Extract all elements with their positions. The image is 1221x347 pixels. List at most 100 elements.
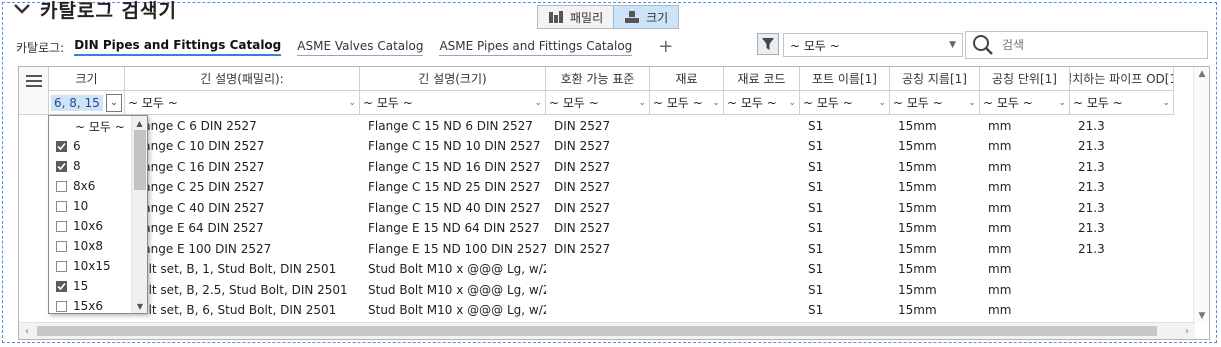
scroll-up-icon[interactable]: ▲: [1194, 67, 1209, 81]
column-header-nominal-diameter[interactable]: 공칭 지름[1]: [890, 67, 980, 91]
cell-port-name: S1: [808, 282, 824, 297]
column-filter-value: ~ 모두 ~: [549, 96, 599, 110]
checkbox-icon[interactable]: [56, 240, 67, 252]
column-header-size-desc[interactable]: 긴 설명(크기): [360, 67, 546, 91]
column-filter-row: 6, 8, 15 ⌄ ~ 모두 ~ ⌄ ~ 모두 ~ ⌄ ~ 모두 ~ ⌄ ~ 모두 ~ ⌄ ~ 모…: [49, 91, 1174, 115]
column-filter-port-name[interactable]: ~ 모두 ~ ⌄: [800, 91, 890, 115]
cell-pipe-od: 21.3: [1078, 200, 1105, 215]
search-input[interactable]: [1000, 37, 1190, 53]
size-option-label: 8: [73, 159, 81, 173]
column-header-material-code[interactable]: 재료 코드: [724, 67, 800, 91]
cell-size-desc: Stud Bolt M10 x @@@ Lg, w/2 H: [368, 282, 546, 297]
dropdown-scroll-thumb[interactable]: [134, 130, 146, 190]
cell-nominal-diameter: 15mm: [898, 221, 937, 235]
table-row[interactable]: Flange C 10 DIN 2527 Flange C 15 ND 10 DI…: [49, 136, 1174, 157]
cell-standard: DIN 2527: [554, 241, 611, 256]
scroll-down-icon[interactable]: ▼: [1194, 309, 1209, 323]
table-row[interactable]: Flange C 25 DIN 2527 Flange C 15 ND 25 DI…: [49, 177, 1174, 198]
cell-port-name: S1: [808, 159, 824, 174]
chevron-down-icon[interactable]: [12, 0, 32, 19]
checkbox-icon[interactable]: [56, 200, 67, 212]
chevron-down-icon[interactable]: ⌄: [534, 98, 542, 108]
checkbox-checked-icon[interactable]: [56, 280, 67, 292]
column-header-standard[interactable]: 호환 가능 표준: [546, 67, 650, 91]
column-filter-nominal-unit[interactable]: ~ 모두 ~ ⌄: [980, 91, 1070, 115]
chevron-down-icon[interactable]: ⌄: [106, 93, 122, 112]
column-filter-nominal-diameter[interactable]: ~ 모두 ~ ⌄: [890, 91, 980, 115]
cell-material-code: [724, 218, 800, 239]
search-icon[interactable]: [972, 34, 994, 56]
cell-pipe-od: [1070, 259, 1174, 280]
cell-nominal-diameter: 15mm: [898, 180, 937, 194]
scroll-down-icon[interactable]: ▼: [132, 299, 147, 313]
chevron-down-icon[interactable]: ⌄: [712, 98, 720, 108]
horizontal-scroll-thumb[interactable]: [37, 326, 1157, 336]
chevron-down-icon[interactable]: ⌄: [968, 98, 976, 108]
size-option-label: 10x6: [73, 219, 104, 233]
chevron-down-icon[interactable]: ⌄: [638, 98, 646, 108]
global-filter-select[interactable]: ~ 모두 ~ ▼: [783, 33, 963, 57]
column-filter-material[interactable]: ~ 모두 ~ ⌄: [650, 91, 724, 115]
table-row[interactable]: Flange C 6 DIN 2527 Flange C 15 ND 6 DIN …: [49, 115, 1174, 136]
chevron-down-icon[interactable]: ⌄: [348, 98, 356, 108]
column-header-port-name[interactable]: 포트 이름[1]: [800, 67, 890, 91]
cell-nominal-unit: mm: [988, 303, 1012, 317]
cell-family-desc: Bolt set, B, 6, Stud Bolt, DIN 2501: [133, 303, 337, 317]
family-view-button[interactable]: 패밀리: [538, 6, 613, 28]
table-row[interactable]: Flange E 64 DIN 2527 Flange E 15 ND 64 DI…: [49, 218, 1174, 239]
filter-toggle-button[interactable]: [757, 33, 779, 55]
column-filter-pipe-od[interactable]: ~ 모두 ~ ⌄: [1070, 91, 1174, 115]
table-row[interactable]: Flange C 40 DIN 2527 Flange C 15 ND 40 DI…: [49, 197, 1174, 218]
scroll-up-icon[interactable]: ▲: [132, 116, 147, 130]
column-filter-material-code[interactable]: ~ 모두 ~ ⌄: [724, 91, 800, 115]
chevron-down-icon[interactable]: ⌄: [878, 98, 886, 108]
cell-nominal-diameter: 15mm: [898, 159, 937, 174]
column-header-nominal-unit[interactable]: 공칭 단위[1]: [980, 67, 1070, 91]
tab-asme-valves[interactable]: ASME Valves Catalog: [297, 39, 424, 56]
checkbox-icon[interactable]: [56, 260, 67, 272]
column-header-pipe-od[interactable]: 일치하는 파이프 OD[1]: [1070, 67, 1174, 91]
table-row[interactable]: Flange C 16 DIN 2527 Flange C 15 ND 16 DI…: [49, 156, 1174, 177]
size-option-label: 10: [73, 199, 89, 213]
checkbox-icon[interactable]: [56, 180, 67, 192]
cell-nominal-diameter: 15mm: [898, 241, 937, 256]
cell-port-name: S1: [808, 262, 824, 276]
cell-pipe-od: 21.3: [1078, 180, 1105, 194]
cell-standard: [546, 259, 650, 280]
cell-material-code: [724, 279, 800, 300]
column-filter-size[interactable]: 6, 8, 15 ⌄: [49, 91, 125, 115]
checkbox-checked-icon[interactable]: [56, 160, 67, 172]
add-catalog-button[interactable]: +: [658, 38, 673, 56]
chevron-down-icon[interactable]: ⌄: [788, 98, 796, 108]
chevron-down-icon[interactable]: ⌄: [1162, 98, 1170, 108]
chevron-down-icon[interactable]: ⌄: [1058, 98, 1066, 108]
horizontal-scrollbar[interactable]: ‹ ›: [19, 322, 1195, 339]
tab-asme-pipes-fittings[interactable]: ASME Pipes and Fittings Catalog: [439, 39, 633, 56]
vertical-scrollbar[interactable]: ▲ ▼: [1193, 67, 1209, 323]
checkbox-icon[interactable]: [56, 220, 67, 232]
size-view-button[interactable]: 크기: [613, 6, 679, 28]
table-row[interactable]: Bolt set, B, 1, Stud Bolt, DIN 2501 Stud …: [49, 259, 1174, 280]
checkmark-icon: [57, 282, 66, 290]
table-row[interactable]: 15Bolt set, B, 6, Stud Bolt, DIN 2501Stu…: [49, 300, 1174, 321]
table-row[interactable]: Flange E 100 DIN 2527 Flange E 15 ND 100 …: [49, 238, 1174, 259]
column-header-material[interactable]: 재료: [650, 67, 724, 91]
dropdown-scrollbar[interactable]: ▲ ▼: [131, 116, 147, 313]
cell-family-desc: Bolt set, B, 2.5, Stud Bolt, DIN 2501: [133, 282, 348, 297]
tab-din-pipes-fittings[interactable]: DIN Pipes and Fittings Catalog: [74, 38, 282, 56]
checkbox-icon[interactable]: [56, 300, 67, 312]
column-filter-size-desc[interactable]: ~ 모두 ~ ⌄: [360, 91, 546, 115]
cell-pipe-od: 21.3: [1078, 118, 1105, 133]
chevron-down-icon: ▼: [949, 40, 956, 50]
column-filter-standard[interactable]: ~ 모두 ~ ⌄: [546, 91, 650, 115]
table-row[interactable]: Bolt set, B, 2.5, Stud Bolt, DIN 2501 Stu…: [49, 279, 1174, 300]
checkbox-checked-icon[interactable]: [56, 140, 67, 152]
column-header-family-desc[interactable]: 긴 설명(패밀리):: [125, 67, 360, 91]
grid-menu-button[interactable]: [19, 67, 49, 115]
column-header-size[interactable]: 크기: [49, 67, 125, 91]
column-filter-family-desc[interactable]: ~ 모두 ~ ⌄: [125, 91, 360, 115]
size-option-label: 6: [73, 139, 81, 153]
cell-port-name: S1: [808, 200, 824, 215]
scroll-right-icon[interactable]: ›: [1179, 323, 1195, 339]
scroll-left-icon[interactable]: ‹: [19, 323, 35, 339]
